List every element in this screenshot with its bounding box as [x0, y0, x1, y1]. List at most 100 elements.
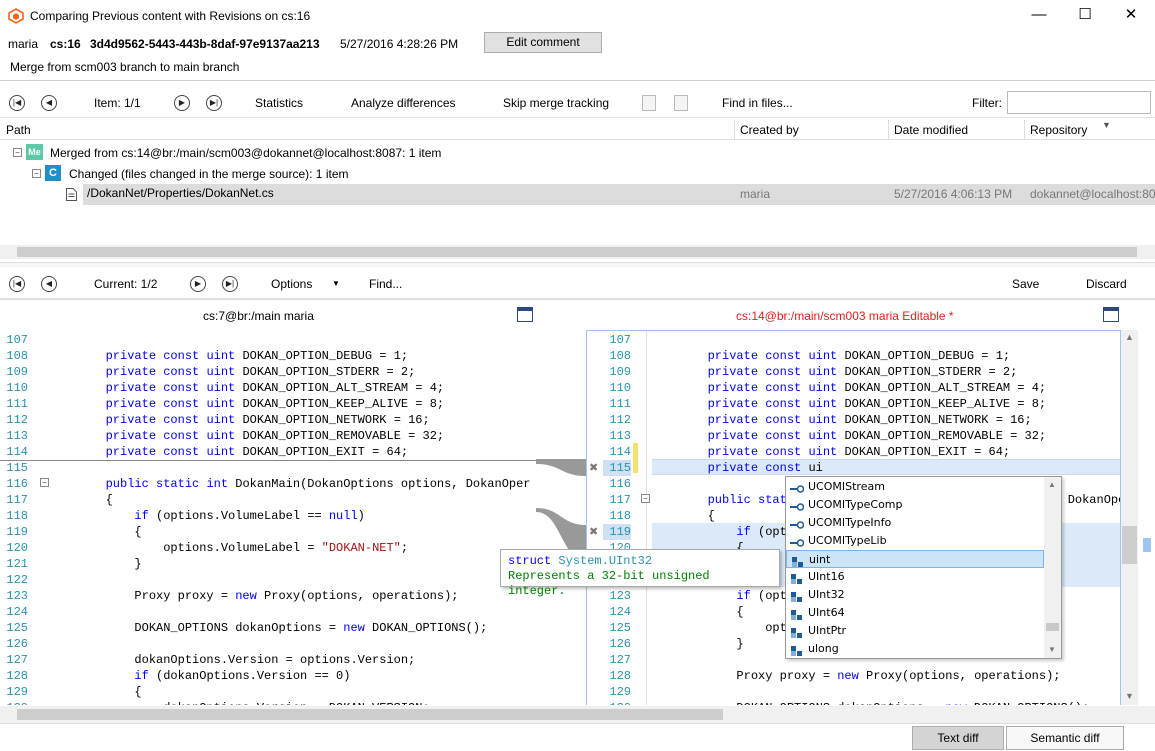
- right-fold-icon[interactable]: −: [641, 494, 650, 503]
- skip-merge-tracking-button[interactable]: Skip merge tracking: [503, 96, 609, 110]
- left-code-line[interactable]: 114 private const uint DOKAN_OPTION_EXIT…: [0, 444, 536, 460]
- merged-group-label[interactable]: Merged from cs:14@br:/main/scm003@dokann…: [50, 146, 441, 160]
- left-code-line[interactable]: 130 dokanOptions.Version = DOKAN_VERSION…: [0, 700, 536, 705]
- left-code-line[interactable]: 108 private const uint DOKAN_OPTION_DEBU…: [0, 348, 536, 364]
- scroll-down-icon[interactable]: ▼: [1125, 691, 1134, 701]
- previous-item-icon[interactable]: ◀: [41, 95, 57, 111]
- file-row[interactable]: /DokanNet/Properties/DokanNet.cs maria 5…: [83, 184, 1155, 205]
- statistics-button[interactable]: Statistics: [255, 96, 303, 110]
- right-code-line[interactable]: 114 private const uint DOKAN_OPTION_EXIT…: [587, 444, 1120, 460]
- left-code-line[interactable]: 121 }: [0, 556, 536, 572]
- left-code-line[interactable]: 120 options.VolumeLabel = "DOKAN-NET";: [0, 540, 536, 556]
- autocomplete-item[interactable]: UCOMIStream: [786, 478, 1044, 496]
- autocomplete-item[interactable]: UCOMITypeComp: [786, 496, 1044, 514]
- scroll-thumb[interactable]: [1122, 526, 1137, 564]
- scroll-up-icon[interactable]: ▲: [1048, 480, 1056, 489]
- autocomplete-item[interactable]: UInt32: [786, 586, 1044, 604]
- column-date-modified[interactable]: Date modified: [894, 123, 968, 137]
- left-code-pane[interactable]: 107 108 private const uint DOKAN_OPTION_D…: [0, 330, 536, 705]
- right-code-line[interactable]: 107: [587, 332, 1120, 348]
- scroll-up-icon[interactable]: ▲: [1125, 332, 1134, 342]
- column-created-by[interactable]: Created by: [740, 123, 799, 137]
- left-code-line[interactable]: 111 private const uint DOKAN_OPTION_KEEP…: [0, 396, 536, 412]
- discard-button[interactable]: Discard: [1086, 277, 1127, 291]
- left-code-line[interactable]: 110 private const uint DOKAN_OPTION_ALT_…: [0, 380, 536, 396]
- left-code-line[interactable]: 116 public static int DokanMain(DokanOpt…: [0, 476, 536, 492]
- close-button[interactable]: ✕: [1108, 0, 1154, 32]
- right-maximize-pane-icon[interactable]: [1103, 307, 1119, 322]
- right-code-line[interactable]: 115 private const ui: [587, 460, 1120, 476]
- next-item-icon[interactable]: ▶: [174, 95, 190, 111]
- code-horizontal-scrollbar[interactable]: [0, 706, 1155, 723]
- autocomplete-popup[interactable]: UCOMIStream UCOMITypeComp UCOMITypeInfo UCO…: [785, 476, 1062, 659]
- right-code-line[interactable]: 130 DOKAN_OPTIONS dokanOptions = new DOK…: [587, 700, 1120, 705]
- collapse-merged-icon[interactable]: −: [13, 148, 22, 157]
- scroll-thumb[interactable]: [1046, 623, 1059, 631]
- scroll-down-icon[interactable]: ▼: [1048, 645, 1056, 654]
- column-repository[interactable]: Repository: [1030, 123, 1087, 137]
- autocomplete-item[interactable]: UCOMITypeInfo: [786, 514, 1044, 532]
- column-path[interactable]: Path: [6, 123, 31, 137]
- grid-horizontal-scrollbar[interactable]: [0, 245, 1155, 259]
- first-item-icon[interactable]: |◀: [9, 95, 25, 111]
- left-fold-icon[interactable]: −: [40, 478, 49, 487]
- pane-splitter[interactable]: [0, 262, 1155, 267]
- left-code-line[interactable]: 127 dokanOptions.Version = options.Versi…: [0, 652, 536, 668]
- left-code-line[interactable]: 112 private const uint DOKAN_OPTION_NETW…: [0, 412, 536, 428]
- collapse-changed-icon[interactable]: −: [32, 169, 41, 178]
- right-code-line[interactable]: 113 private const uint DOKAN_OPTION_REMO…: [587, 428, 1120, 444]
- left-code-line[interactable]: 109 private const uint DOKAN_OPTION_STDE…: [0, 364, 536, 380]
- left-code-line[interactable]: 128 if (dokanOptions.Version == 0): [0, 668, 536, 684]
- left-code-line[interactable]: 119 {: [0, 524, 536, 540]
- autocomplete-item[interactable]: UInt64: [786, 604, 1044, 622]
- left-code-line[interactable]: 126: [0, 636, 536, 652]
- right-code-line[interactable]: 129: [587, 684, 1120, 700]
- last-diff-icon[interactable]: ▶|: [222, 276, 238, 292]
- left-code-line[interactable]: 129 {: [0, 684, 536, 700]
- autocomplete-item[interactable]: UInt16: [786, 568, 1044, 586]
- right-code-line[interactable]: 111 private const uint DOKAN_OPTION_KEEP…: [587, 396, 1120, 412]
- right-code-line[interactable]: 112 private const uint DOKAN_OPTION_NETW…: [587, 412, 1120, 428]
- left-code-line[interactable]: 107: [0, 332, 536, 348]
- find-in-files-button[interactable]: Find in files...: [722, 96, 793, 110]
- changed-group-label[interactable]: Changed (files changed in the merge sour…: [69, 167, 349, 181]
- left-code-line[interactable]: 115: [0, 460, 536, 476]
- find-button[interactable]: Find...: [369, 277, 402, 291]
- left-code-line[interactable]: 122: [0, 572, 536, 588]
- left-code-line[interactable]: 118 if (options.VolumeLabel == null): [0, 508, 536, 524]
- options-chevron-down-icon[interactable]: ▼: [332, 279, 340, 288]
- right-code-line[interactable]: 109 private const uint DOKAN_OPTION_STDE…: [587, 364, 1120, 380]
- right-code-line[interactable]: 128 Proxy proxy = new Proxy(options, ope…: [587, 668, 1120, 684]
- left-code-line[interactable]: 117 {: [0, 492, 536, 508]
- previous-diff-icon[interactable]: ◀: [41, 276, 57, 292]
- maximize-button[interactable]: ☐: [1062, 0, 1108, 32]
- autocomplete-item[interactable]: ulong: [786, 640, 1044, 658]
- minimize-button[interactable]: —: [1016, 0, 1062, 32]
- right-vertical-scrollbar[interactable]: ▲ ▼: [1121, 330, 1138, 705]
- left-code-line[interactable]: 124: [0, 604, 536, 620]
- right-code-line[interactable]: 110 private const uint DOKAN_OPTION_ALT_…: [587, 380, 1120, 396]
- next-diff-icon[interactable]: ▶: [190, 276, 206, 292]
- autocomplete-item[interactable]: UCOMITypeLib: [786, 532, 1044, 550]
- right-code-line[interactable]: 108 private const uint DOKAN_OPTION_DEBU…: [587, 348, 1120, 364]
- save-button[interactable]: Save: [1012, 277, 1039, 291]
- options-button[interactable]: Options: [271, 277, 312, 291]
- left-code-line[interactable]: 123 Proxy proxy = new Proxy(options, ope…: [0, 588, 536, 604]
- text-diff-button[interactable]: Text diff: [912, 726, 1004, 750]
- edit-comment-button[interactable]: Edit comment: [484, 32, 602, 53]
- semantic-diff-button[interactable]: Semantic diff: [1006, 726, 1124, 750]
- sort-chevron-icon[interactable]: ▼: [1102, 120, 1111, 130]
- autocomplete-scrollbar[interactable]: ▲ ▼: [1044, 477, 1061, 658]
- copy-right-icon[interactable]: [674, 95, 688, 111]
- left-code-line[interactable]: 113 private const uint DOKAN_OPTION_REMO…: [0, 428, 536, 444]
- analyze-differences-button[interactable]: Analyze differences: [351, 96, 456, 110]
- left-code-line[interactable]: 125 DOKAN_OPTIONS dokanOptions = new DOK…: [0, 620, 536, 636]
- autocomplete-item[interactable]: UIntPtr: [786, 622, 1044, 640]
- last-item-icon[interactable]: ▶|: [206, 95, 222, 111]
- first-diff-icon[interactable]: |◀: [9, 276, 25, 292]
- left-maximize-pane-icon[interactable]: [517, 307, 533, 322]
- filter-input[interactable]: [1007, 91, 1151, 114]
- scroll-thumb[interactable]: [17, 709, 723, 720]
- copy-left-icon[interactable]: [642, 95, 656, 111]
- autocomplete-item[interactable]: uint: [786, 550, 1044, 568]
